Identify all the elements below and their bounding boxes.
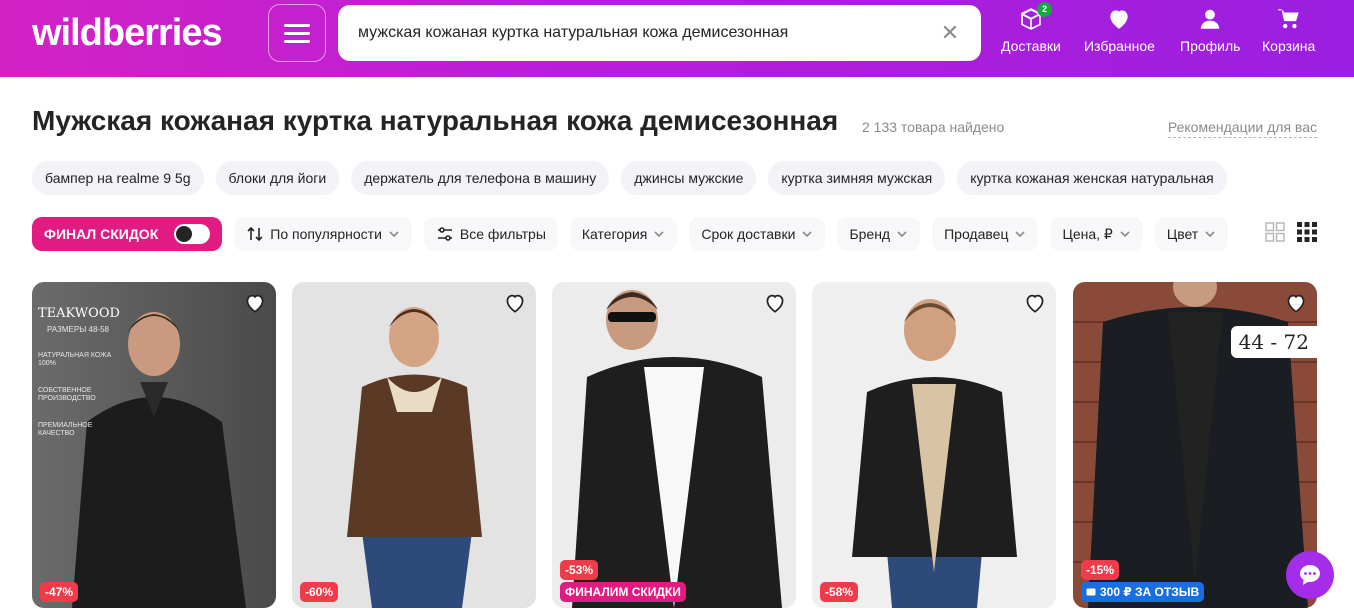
product-image[interactable] — [292, 282, 536, 608]
nav-label: Избранное — [1084, 38, 1155, 54]
heart-icon — [1110, 10, 1129, 29]
chevron-down-icon — [654, 231, 664, 238]
brand-feature: Премиальное качество — [38, 421, 93, 437]
review-bonus-badge: 300 ₽ ЗА ОТЗЫВ — [1081, 582, 1205, 602]
product-card[interactable]: TEAKWOOD РАЗМЕРЫ 48-58 Натуральная кожа … — [32, 282, 276, 608]
user-icon — [1201, 9, 1220, 29]
menu-icon-bar — [284, 31, 310, 35]
suggestion-chip[interactable]: куртка зимняя мужская — [768, 161, 946, 195]
menu-icon-bar — [284, 39, 310, 43]
page-title: Мужская кожаная куртка натуральная кожа … — [32, 105, 839, 136]
product-card[interactable]: -58% — [812, 282, 1056, 608]
search-input[interactable]: мужская кожаная куртка натуральная кожа … — [338, 5, 981, 61]
brand-name: TEAKWOOD — [38, 306, 120, 321]
discount-badge: -60% — [300, 582, 339, 602]
size-range-tag: 44 - 72 — [1230, 326, 1317, 358]
sort-dropdown[interactable]: По популярности — [234, 217, 412, 251]
favorite-heart-icon[interactable] — [502, 290, 528, 316]
close-icon[interactable]: ✕ — [939, 22, 961, 44]
price-dropdown[interactable]: Цена, ₽ — [1050, 217, 1143, 251]
all-filters-label: Все фильтры — [459, 226, 546, 242]
product-card[interactable]: -60% — [292, 282, 536, 608]
category-dropdown[interactable]: Категория — [569, 217, 678, 251]
grid-small-icon[interactable] — [1297, 222, 1317, 242]
price-label: Цена, ₽ — [1062, 225, 1113, 242]
suggestion-chips: бампер на realme 9 5g блоки для йоги дер… — [32, 161, 1227, 195]
grid-large-icon[interactable] — [1265, 222, 1285, 242]
delivery-dropdown[interactable]: Срок доставки — [689, 217, 826, 251]
suggestion-chip[interactable]: держатель для телефона в машину — [351, 161, 610, 195]
sort-label: По популярности — [270, 226, 382, 242]
product-card[interactable]: 44 - 72 -15% 300 ₽ ЗА ОТЗЫВ — [1073, 282, 1317, 608]
chat-icon — [1300, 565, 1320, 585]
wallet-icon — [1086, 588, 1096, 596]
brand-overlay: TEAKWOOD РАЗМЕРЫ 48-58 Натуральная кожа … — [38, 306, 120, 438]
promo-badge: ФИНАЛИМ СКИДКИ — [560, 582, 686, 602]
final-sale-label: ФИНАЛ СКИДОК — [44, 226, 159, 242]
nav-deliveries[interactable]: 2 Доставки — [1001, 2, 1061, 54]
favorite-heart-icon[interactable] — [242, 290, 268, 316]
brand-dropdown[interactable]: Бренд — [837, 217, 921, 251]
nav-label: Профиль — [1180, 38, 1241, 54]
suggestion-chip[interactable]: бампер на realme 9 5g — [32, 161, 204, 195]
menu-button[interactable] — [268, 4, 326, 62]
search-value[interactable]: мужская кожаная куртка натуральная кожа … — [358, 24, 939, 42]
product-card[interactable]: -53% ФИНАЛИМ СКИДКИ — [552, 282, 796, 608]
favorite-heart-icon[interactable] — [762, 290, 788, 316]
suggestion-chip[interactable]: блоки для йоги — [215, 161, 340, 195]
header: wildberries мужская кожаная куртка натур… — [0, 0, 1354, 77]
discount-badge: -15% — [1081, 560, 1120, 580]
nav-label: Корзина — [1262, 38, 1316, 54]
brand-label: Бренд — [849, 226, 891, 242]
sort-icon — [247, 226, 263, 242]
toggle-switch[interactable] — [174, 224, 211, 244]
seller-label: Продавец — [944, 226, 1009, 242]
final-sale-toggle[interactable]: ФИНАЛ СКИДОК — [32, 217, 223, 251]
brand-sizes: РАЗМЕРЫ 48-58 — [47, 325, 109, 334]
deliveries-badge: 2 — [1037, 2, 1052, 17]
discount-badge: -58% — [820, 582, 859, 602]
review-bonus-label: 300 ₽ ЗА ОТЗЫВ — [1100, 585, 1200, 599]
product-image[interactable] — [812, 282, 1056, 608]
menu-icon-bar — [284, 23, 310, 27]
nav-profile[interactable]: Профиль — [1180, 6, 1240, 54]
seller-dropdown[interactable]: Продавец — [932, 217, 1039, 251]
view-toggle — [1265, 222, 1317, 242]
results-count: 2 133 товара найдено — [862, 119, 1005, 135]
brand-feature: Натуральная кожа 100% — [38, 352, 112, 368]
delivery-label: Срок доставки — [701, 226, 796, 242]
chevron-down-icon — [897, 231, 907, 238]
discount-badge: -47% — [40, 582, 79, 602]
filter-icon — [437, 227, 452, 241]
favorite-heart-icon[interactable] — [1283, 290, 1309, 316]
chevron-down-icon — [1205, 231, 1215, 238]
discount-badge: -53% — [560, 560, 599, 580]
chat-button[interactable] — [1286, 551, 1334, 599]
cart-icon — [1277, 9, 1299, 29]
chevron-down-icon — [389, 231, 399, 238]
category-label: Категория — [581, 226, 648, 242]
filter-bar: ФИНАЛ СКИДОК По популярности Все фильтры… — [32, 216, 1229, 252]
all-filters-button[interactable]: Все фильтры — [423, 217, 558, 251]
nav-label: Доставки — [1001, 38, 1061, 54]
color-dropdown[interactable]: Цвет — [1154, 217, 1229, 251]
nav-favorites[interactable]: Избранное — [1084, 6, 1155, 54]
color-label: Цвет — [1166, 226, 1199, 242]
chevron-down-icon — [802, 231, 813, 238]
recommendations-link[interactable]: Рекомендации для вас — [1167, 119, 1317, 138]
chevron-down-icon — [1015, 231, 1026, 238]
chevron-down-icon — [1120, 231, 1130, 238]
suggestion-chip[interactable]: куртка кожаная женская натуральная — [957, 161, 1227, 195]
brand-feature: Собственное производство — [38, 386, 96, 403]
favorite-heart-icon[interactable] — [1022, 290, 1048, 316]
nav-cart[interactable]: Корзина — [1262, 6, 1315, 54]
logo[interactable]: wildberries — [32, 12, 223, 55]
suggestion-chip[interactable]: джинсы мужские — [621, 161, 757, 195]
